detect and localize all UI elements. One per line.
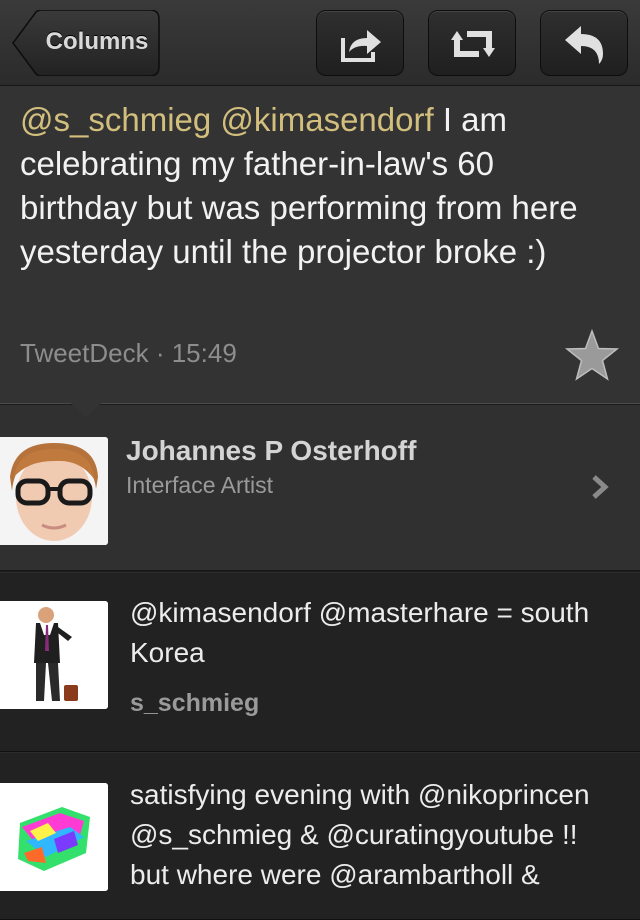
share-button[interactable] xyxy=(316,10,404,76)
profile-row[interactable]: Johannes P Osterhoff Interface Artist xyxy=(0,405,640,571)
tweet-mention[interactable]: @s_schmieg xyxy=(20,101,211,138)
tweet-text: @s_schmieg @kimasendorf I am celebrating… xyxy=(20,98,620,274)
meta-separator: · xyxy=(148,338,172,368)
tweet-meta: TweetDeck · 15:49 xyxy=(20,338,237,369)
timeline-row[interactable]: satisfying evening with @nikoprincen @s_… xyxy=(0,752,640,920)
tweet-source: TweetDeck xyxy=(20,338,149,368)
tweet-mention[interactable]: @kimasendorf xyxy=(220,101,433,138)
avatar[interactable] xyxy=(0,783,108,891)
timeline-text: satisfying evening with @nikoprincen @s_… xyxy=(130,779,590,890)
retweet-button[interactable] xyxy=(428,10,516,76)
columns-label: Columns xyxy=(45,28,149,55)
avatar-photo xyxy=(0,601,108,709)
tweet-pointer xyxy=(64,397,108,417)
chevron-right-icon xyxy=(592,475,609,499)
reply-button[interactable] xyxy=(540,10,628,76)
columns-back-button[interactable]: Columns xyxy=(12,10,160,76)
tweet-time: 15:49 xyxy=(171,338,237,368)
timeline-username: s_schmieg xyxy=(130,689,260,717)
reply-icon xyxy=(565,26,603,64)
star-icon[interactable] xyxy=(564,328,620,384)
avatar[interactable] xyxy=(0,601,108,709)
avatar[interactable] xyxy=(0,437,108,545)
profile-name: Johannes P Osterhoff xyxy=(126,435,417,466)
timeline-text: @kimasendorf @masterhare = south Korea xyxy=(130,597,590,668)
share-icon xyxy=(341,30,381,62)
top-toolbar: Columns xyxy=(0,0,640,86)
avatar-photo xyxy=(0,437,108,545)
avatar-photo xyxy=(0,783,108,891)
tweet-detail: @s_schmieg @kimasendorf I am celebrating… xyxy=(0,86,640,404)
timeline-row[interactable]: @kimasendorf @masterhare = south Korea s… xyxy=(0,572,640,752)
profile-bio: Interface Artist xyxy=(126,472,274,498)
retweet-icon xyxy=(451,31,495,57)
